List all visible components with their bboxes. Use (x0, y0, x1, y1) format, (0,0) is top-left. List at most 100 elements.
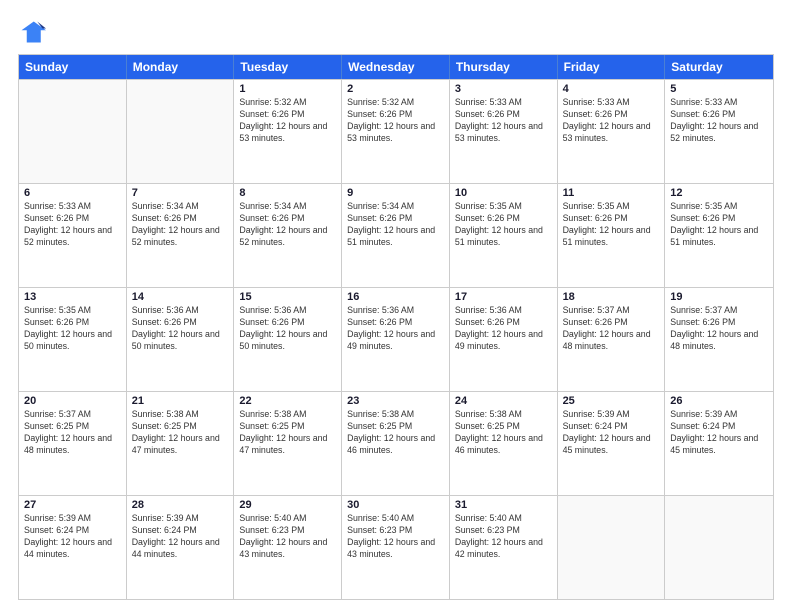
day-number: 9 (347, 187, 444, 199)
day-number: 27 (24, 499, 121, 511)
calendar-row-5: 27 Sunrise: 5:39 AMSunset: 6:24 PMDaylig… (19, 495, 773, 599)
header-day-wednesday: Wednesday (342, 55, 450, 79)
calendar-body: 1 Sunrise: 5:32 AMSunset: 6:26 PMDayligh… (19, 79, 773, 599)
day-cell-25: 25 Sunrise: 5:39 AMSunset: 6:24 PMDaylig… (558, 392, 666, 495)
day-number: 2 (347, 83, 444, 95)
day-number: 22 (239, 395, 336, 407)
day-info: Sunrise: 5:38 AMSunset: 6:25 PMDaylight:… (132, 409, 229, 457)
day-cell-31: 31 Sunrise: 5:40 AMSunset: 6:23 PMDaylig… (450, 496, 558, 599)
empty-cell (127, 80, 235, 183)
day-number: 16 (347, 291, 444, 303)
calendar-row-1: 1 Sunrise: 5:32 AMSunset: 6:26 PMDayligh… (19, 79, 773, 183)
day-cell-28: 28 Sunrise: 5:39 AMSunset: 6:24 PMDaylig… (127, 496, 235, 599)
day-number: 8 (239, 187, 336, 199)
day-number: 18 (563, 291, 660, 303)
calendar: SundayMondayTuesdayWednesdayThursdayFrid… (18, 54, 774, 600)
day-number: 10 (455, 187, 552, 199)
day-info: Sunrise: 5:33 AMSunset: 6:26 PMDaylight:… (24, 201, 121, 249)
day-info: Sunrise: 5:37 AMSunset: 6:25 PMDaylight:… (24, 409, 121, 457)
day-cell-23: 23 Sunrise: 5:38 AMSunset: 6:25 PMDaylig… (342, 392, 450, 495)
day-cell-24: 24 Sunrise: 5:38 AMSunset: 6:25 PMDaylig… (450, 392, 558, 495)
day-cell-7: 7 Sunrise: 5:34 AMSunset: 6:26 PMDayligh… (127, 184, 235, 287)
day-cell-1: 1 Sunrise: 5:32 AMSunset: 6:26 PMDayligh… (234, 80, 342, 183)
day-cell-2: 2 Sunrise: 5:32 AMSunset: 6:26 PMDayligh… (342, 80, 450, 183)
empty-cell (665, 496, 773, 599)
calendar-header: SundayMondayTuesdayWednesdayThursdayFrid… (19, 55, 773, 79)
day-cell-12: 12 Sunrise: 5:35 AMSunset: 6:26 PMDaylig… (665, 184, 773, 287)
day-info: Sunrise: 5:33 AMSunset: 6:26 PMDaylight:… (670, 97, 768, 145)
day-info: Sunrise: 5:37 AMSunset: 6:26 PMDaylight:… (670, 305, 768, 353)
header-day-tuesday: Tuesday (234, 55, 342, 79)
day-info: Sunrise: 5:38 AMSunset: 6:25 PMDaylight:… (239, 409, 336, 457)
day-number: 30 (347, 499, 444, 511)
day-cell-15: 15 Sunrise: 5:36 AMSunset: 6:26 PMDaylig… (234, 288, 342, 391)
day-number: 29 (239, 499, 336, 511)
day-number: 13 (24, 291, 121, 303)
day-info: Sunrise: 5:39 AMSunset: 6:24 PMDaylight:… (670, 409, 768, 457)
day-info: Sunrise: 5:34 AMSunset: 6:26 PMDaylight:… (347, 201, 444, 249)
day-cell-14: 14 Sunrise: 5:36 AMSunset: 6:26 PMDaylig… (127, 288, 235, 391)
day-cell-11: 11 Sunrise: 5:35 AMSunset: 6:26 PMDaylig… (558, 184, 666, 287)
page: SundayMondayTuesdayWednesdayThursdayFrid… (0, 0, 792, 612)
day-cell-3: 3 Sunrise: 5:33 AMSunset: 6:26 PMDayligh… (450, 80, 558, 183)
day-cell-13: 13 Sunrise: 5:35 AMSunset: 6:26 PMDaylig… (19, 288, 127, 391)
empty-cell (558, 496, 666, 599)
day-number: 11 (563, 187, 660, 199)
day-number: 14 (132, 291, 229, 303)
header (18, 18, 774, 46)
day-cell-6: 6 Sunrise: 5:33 AMSunset: 6:26 PMDayligh… (19, 184, 127, 287)
day-info: Sunrise: 5:33 AMSunset: 6:26 PMDaylight:… (455, 97, 552, 145)
header-day-monday: Monday (127, 55, 235, 79)
day-number: 7 (132, 187, 229, 199)
day-cell-17: 17 Sunrise: 5:36 AMSunset: 6:26 PMDaylig… (450, 288, 558, 391)
day-number: 15 (239, 291, 336, 303)
day-info: Sunrise: 5:39 AMSunset: 6:24 PMDaylight:… (132, 513, 229, 561)
day-cell-27: 27 Sunrise: 5:39 AMSunset: 6:24 PMDaylig… (19, 496, 127, 599)
day-info: Sunrise: 5:40 AMSunset: 6:23 PMDaylight:… (455, 513, 552, 561)
logo-icon (18, 18, 46, 46)
day-info: Sunrise: 5:40 AMSunset: 6:23 PMDaylight:… (347, 513, 444, 561)
day-number: 17 (455, 291, 552, 303)
header-day-saturday: Saturday (665, 55, 773, 79)
day-cell-26: 26 Sunrise: 5:39 AMSunset: 6:24 PMDaylig… (665, 392, 773, 495)
day-cell-19: 19 Sunrise: 5:37 AMSunset: 6:26 PMDaylig… (665, 288, 773, 391)
day-cell-22: 22 Sunrise: 5:38 AMSunset: 6:25 PMDaylig… (234, 392, 342, 495)
day-cell-10: 10 Sunrise: 5:35 AMSunset: 6:26 PMDaylig… (450, 184, 558, 287)
day-info: Sunrise: 5:36 AMSunset: 6:26 PMDaylight:… (239, 305, 336, 353)
day-info: Sunrise: 5:34 AMSunset: 6:26 PMDaylight:… (239, 201, 336, 249)
day-number: 24 (455, 395, 552, 407)
day-cell-18: 18 Sunrise: 5:37 AMSunset: 6:26 PMDaylig… (558, 288, 666, 391)
header-day-sunday: Sunday (19, 55, 127, 79)
day-info: Sunrise: 5:39 AMSunset: 6:24 PMDaylight:… (24, 513, 121, 561)
day-cell-8: 8 Sunrise: 5:34 AMSunset: 6:26 PMDayligh… (234, 184, 342, 287)
day-info: Sunrise: 5:36 AMSunset: 6:26 PMDaylight:… (455, 305, 552, 353)
day-info: Sunrise: 5:38 AMSunset: 6:25 PMDaylight:… (347, 409, 444, 457)
day-cell-9: 9 Sunrise: 5:34 AMSunset: 6:26 PMDayligh… (342, 184, 450, 287)
day-cell-30: 30 Sunrise: 5:40 AMSunset: 6:23 PMDaylig… (342, 496, 450, 599)
day-number: 23 (347, 395, 444, 407)
day-number: 21 (132, 395, 229, 407)
day-info: Sunrise: 5:32 AMSunset: 6:26 PMDaylight:… (239, 97, 336, 145)
logo (18, 18, 50, 46)
day-number: 12 (670, 187, 768, 199)
day-info: Sunrise: 5:34 AMSunset: 6:26 PMDaylight:… (132, 201, 229, 249)
empty-cell (19, 80, 127, 183)
day-number: 25 (563, 395, 660, 407)
day-info: Sunrise: 5:38 AMSunset: 6:25 PMDaylight:… (455, 409, 552, 457)
day-info: Sunrise: 5:39 AMSunset: 6:24 PMDaylight:… (563, 409, 660, 457)
day-number: 19 (670, 291, 768, 303)
day-info: Sunrise: 5:35 AMSunset: 6:26 PMDaylight:… (563, 201, 660, 249)
day-number: 1 (239, 83, 336, 95)
calendar-row-4: 20 Sunrise: 5:37 AMSunset: 6:25 PMDaylig… (19, 391, 773, 495)
day-number: 4 (563, 83, 660, 95)
day-cell-20: 20 Sunrise: 5:37 AMSunset: 6:25 PMDaylig… (19, 392, 127, 495)
header-day-friday: Friday (558, 55, 666, 79)
day-number: 26 (670, 395, 768, 407)
day-number: 6 (24, 187, 121, 199)
day-cell-5: 5 Sunrise: 5:33 AMSunset: 6:26 PMDayligh… (665, 80, 773, 183)
day-info: Sunrise: 5:35 AMSunset: 6:26 PMDaylight:… (455, 201, 552, 249)
day-info: Sunrise: 5:33 AMSunset: 6:26 PMDaylight:… (563, 97, 660, 145)
day-number: 20 (24, 395, 121, 407)
day-info: Sunrise: 5:36 AMSunset: 6:26 PMDaylight:… (132, 305, 229, 353)
day-number: 31 (455, 499, 552, 511)
